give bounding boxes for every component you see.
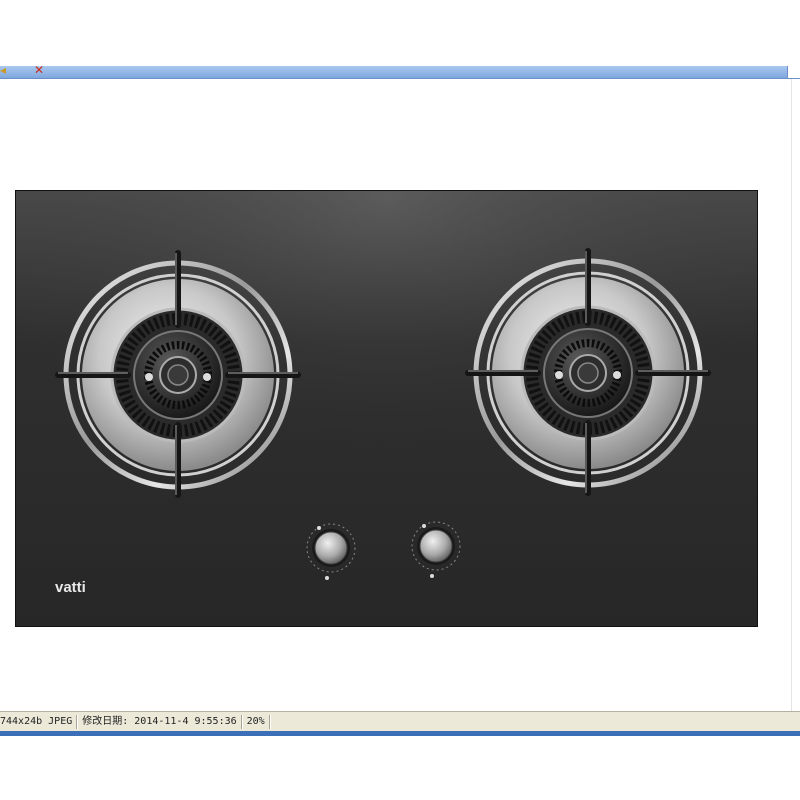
back-arrow-icon[interactable]: ◂ [0, 63, 6, 77]
status-bar: 744x24b JPEG 修改日期: 2014-11-4 9:55:36 20% [0, 711, 800, 732]
status-modified-date: 修改日期: 2014-11-4 9:55:36 [82, 716, 237, 727]
status-separator [268, 715, 271, 729]
vertical-scrollbar[interactable] [791, 79, 800, 711]
status-format: 744x24b JPEG [0, 716, 73, 727]
close-icon[interactable]: ✕ [34, 63, 44, 77]
status-zoom: 20% [246, 716, 265, 727]
brand-logo: vatti [55, 579, 86, 596]
blank-area [0, 736, 800, 800]
viewer-toolbar-strip: ◂ ✕ [0, 63, 800, 79]
toolbar-right-button[interactable] [787, 66, 800, 78]
gas-cooktop-illustration: vatti [15, 190, 758, 627]
displayed-image: vatti [15, 190, 758, 627]
